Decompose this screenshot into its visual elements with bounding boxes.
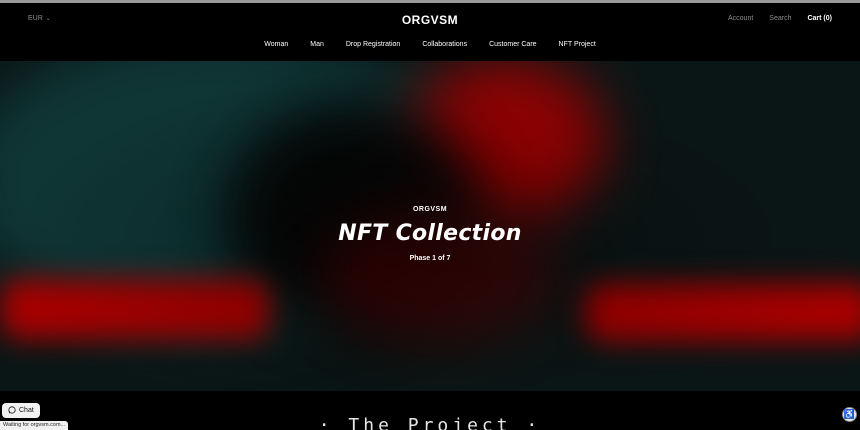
page: EUR ⌄ ORGVSM Account Search Cart (0) Wom… xyxy=(0,0,860,430)
cart-link[interactable]: Cart (0) xyxy=(807,15,832,22)
project-heading: · The Project · xyxy=(318,415,542,430)
nav-item-woman[interactable]: Woman xyxy=(264,41,288,48)
account-link[interactable]: Account xyxy=(728,15,753,22)
nav-item-nft-project[interactable]: NFT Project xyxy=(559,41,596,48)
header-utilities: Account Search Cart (0) xyxy=(728,15,832,22)
project-section: · The Project · Chat ♿ Waiting for orgvs… xyxy=(0,391,860,430)
hero-brand: ORGVSM xyxy=(412,206,448,213)
nav-item-drop-registration[interactable]: Drop Registration xyxy=(346,41,400,48)
accessibility-icon: ♿ xyxy=(843,409,856,419)
hero-phase: Phase 1 of 7 xyxy=(409,255,451,262)
chat-button[interactable]: Chat xyxy=(2,403,40,418)
accessibility-button[interactable]: ♿ xyxy=(842,407,857,422)
hero-title: NFT Collection xyxy=(338,221,522,246)
nav-item-man[interactable]: Man xyxy=(310,41,324,48)
main-nav: Woman Man Drop Registration Collaboratio… xyxy=(0,41,860,48)
whatsapp-icon xyxy=(8,405,16,416)
site-header: EUR ⌄ ORGVSM Account Search Cart (0) Wom… xyxy=(0,3,860,61)
chat-label: Chat xyxy=(19,407,34,414)
nav-item-collaborations[interactable]: Collaborations xyxy=(422,41,467,48)
browser-status-bar: Waiting for orgvsm.com... xyxy=(0,421,69,430)
search-link[interactable]: Search xyxy=(769,15,791,22)
nav-item-customer-care[interactable]: Customer Care xyxy=(489,41,536,48)
hero-text: ORGVSM NFT Collection Phase 1 of 7 xyxy=(0,206,860,262)
hero-banner: ORGVSM NFT Collection Phase 1 of 7 xyxy=(0,61,860,391)
